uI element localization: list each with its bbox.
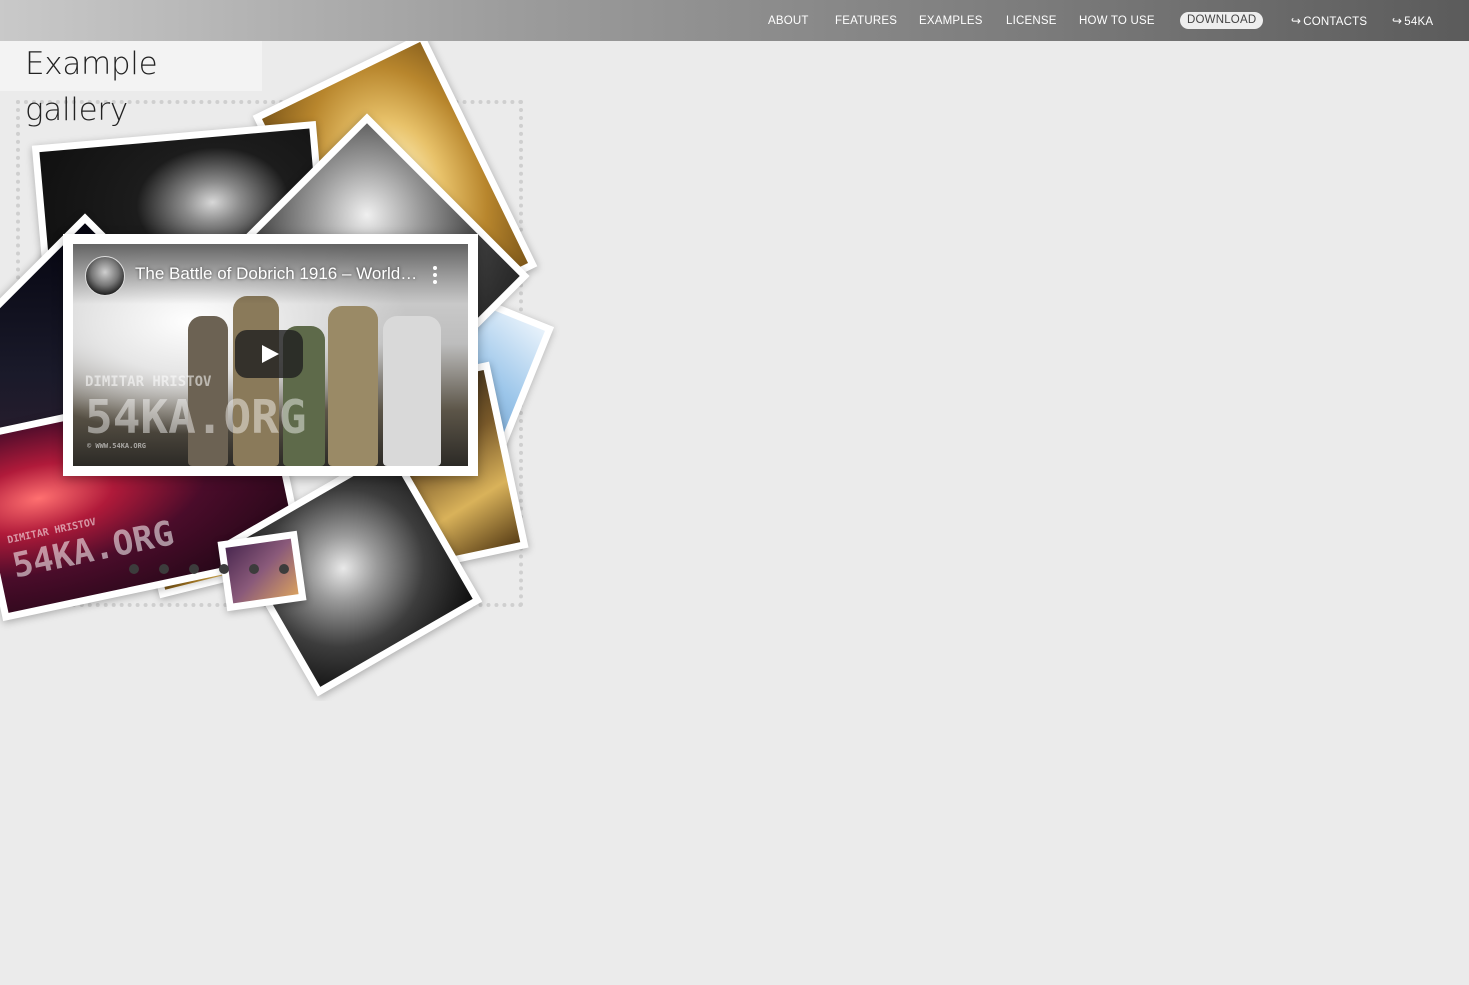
video-thumbnail[interactable]: DIMITAR HRISTOV 54KA.ORG © WWW.54KA.ORG … xyxy=(73,244,468,466)
page-title: Example gallery xyxy=(0,41,262,128)
nav-link-how-to-use[interactable]: HOW TO USE xyxy=(1079,13,1155,29)
nav-link-contacts[interactable]: ↪ CONTACTS xyxy=(1291,13,1367,29)
nav-link-54ka-label: 54KA xyxy=(1404,16,1434,28)
more-options-icon[interactable] xyxy=(432,266,438,286)
video-watermark: 54KA.ORG xyxy=(85,390,307,444)
nav-link-about[interactable]: ABOUT xyxy=(768,13,809,29)
pager-dot[interactable] xyxy=(249,564,259,574)
channel-avatar[interactable] xyxy=(85,256,125,296)
video-figure xyxy=(328,306,378,466)
video-watermark-url: © WWW.54KA.ORG xyxy=(87,442,147,450)
video-figure xyxy=(383,316,441,466)
pager-dot[interactable] xyxy=(279,564,289,574)
pager-dot[interactable] xyxy=(219,564,229,574)
video-watermark: DIMITAR HRISTOV xyxy=(85,374,212,390)
external-link-arrow-icon: ↪ xyxy=(1392,14,1403,28)
nav-link-features[interactable]: FEATURES xyxy=(835,13,897,29)
pager-dot[interactable] xyxy=(159,564,169,574)
pager-dot[interactable] xyxy=(189,564,199,574)
nav-link-examples[interactable]: EXAMPLES xyxy=(919,13,983,29)
video-title[interactable]: The Battle of Dobrich 1916 – World War I xyxy=(135,264,420,284)
external-link-arrow-icon: ↪ xyxy=(1291,14,1302,28)
video-embed[interactable]: DIMITAR HRISTOV 54KA.ORG © WWW.54KA.ORG … xyxy=(63,234,478,476)
nav-link-contacts-label: CONTACTS xyxy=(1303,16,1368,28)
play-button[interactable] xyxy=(235,330,303,378)
top-navigation-bar: ABOUT FEATURES EXAMPLES LICENSE HOW TO U… xyxy=(0,0,1469,41)
pager-dot[interactable] xyxy=(129,564,139,574)
nav-link-54ka[interactable]: ↪ 54KA xyxy=(1392,13,1433,29)
gallery-pager xyxy=(129,561,309,579)
nav-link-download[interactable]: DOWNLOAD xyxy=(1180,12,1264,29)
nav-link-license[interactable]: LICENSE xyxy=(1006,13,1057,29)
